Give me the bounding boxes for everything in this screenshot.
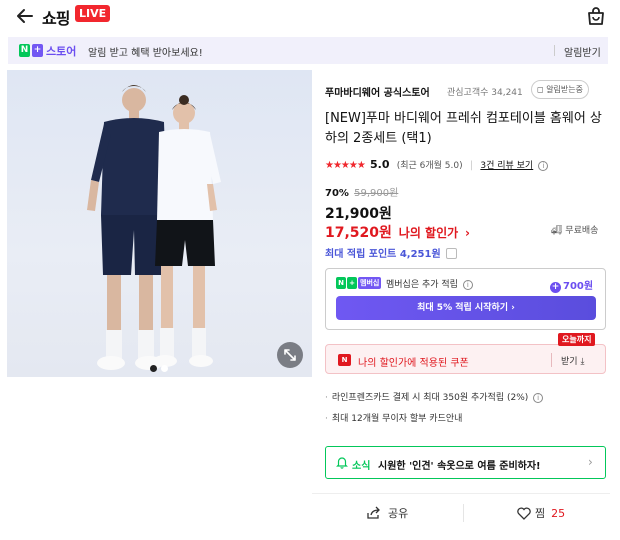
membership-points-value: 700원 — [563, 281, 594, 292]
coupon-box[interactable]: 오늘까지 N 나의 할인가에 적용된 쿠폰 받기 ⤓ — [325, 333, 606, 374]
max-points[interactable]: 최대 적립 포인트 4,251원 — [325, 245, 458, 260]
coupon-get-label: 받기 — [561, 357, 578, 367]
divider — [312, 493, 610, 494]
seller-name[interactable]: 푸마바디웨어 공식스토어 — [325, 84, 430, 99]
membership-badge-label: 멤버십 — [358, 277, 382, 289]
bell-icon: ◻ — [537, 85, 547, 94]
banner-message: 알림 받고 혜택 받아보세요! — [88, 48, 203, 59]
alarm-subscribe-button[interactable]: 알림받기 — [564, 44, 601, 59]
divider — [463, 504, 464, 522]
share-icon — [367, 506, 380, 519]
shopping-bag-icon[interactable] — [585, 5, 607, 27]
info-icon[interactable]: i — [462, 280, 473, 290]
wishlist-count: 25 — [551, 507, 566, 520]
news-label: 소식 — [352, 461, 371, 472]
expand-image-button[interactable] — [277, 342, 303, 368]
my-discount-price[interactable]: 17,520원 나의 할인가 › — [325, 222, 470, 242]
back-arrow-icon[interactable] — [14, 5, 36, 27]
free-shipping: 🚚︎ 무료배송 — [551, 223, 598, 236]
carousel-dots[interactable] — [150, 357, 172, 376]
share-label: 공유 — [388, 507, 409, 520]
max-points-label: 최대 적립 포인트 4,251원 — [325, 249, 441, 260]
info-icon[interactable]: i — [533, 393, 544, 403]
product-title: [NEW]푸마 바디웨어 프레쉬 컴포테이블 홈웨어 상하의 2종세트 (택1) — [325, 111, 602, 146]
benefit-text: 최대 12개월 무이자 할부 카드안내 — [331, 414, 463, 424]
my-price-value: 17,520원 — [325, 225, 392, 241]
original-price: 59,900원 — [354, 188, 399, 199]
carousel-dot[interactable] — [161, 365, 168, 372]
store-alarm-banner[interactable]: N + 스토어 알림 받고 혜택 받아보세요! 알림받기 — [8, 37, 608, 64]
star-rating-icon: ★★★★★ — [325, 160, 366, 171]
today-only-tag: 오늘까지 — [558, 333, 596, 346]
membership-text-label: 멤버십은 추가 적립 — [386, 280, 458, 290]
banner-divider — [554, 45, 555, 56]
chevron-down-icon — [446, 248, 458, 259]
naver-plus-icon: N + — [19, 44, 43, 57]
plus-icon: + — [550, 282, 561, 293]
discount-row: 70% 59,900원 — [325, 184, 398, 199]
wishlist-label: 찜 — [535, 507, 546, 520]
store-label: 스토어 — [46, 45, 77, 58]
benefit-item[interactable]: · 라인프렌즈카드 결제 시 최대 350원 추가적립 (2%) i — [325, 390, 544, 403]
coupon-text: 나의 할인가에 적용된 쿠폰 — [358, 358, 469, 369]
store-news-banner[interactable]: 소식 시원한 '인견' 속옷으로 여름 준비하자! › — [325, 446, 606, 479]
top-bar: 쇼핑 LIVE — [0, 0, 620, 32]
truck-icon: 🚚︎ — [551, 226, 566, 236]
bell-icon — [336, 457, 348, 469]
chevron-right-icon: › — [465, 226, 470, 240]
coupon-divider — [551, 353, 552, 367]
membership-cta-label: 최대 5% 적립 시작하기 — [417, 303, 509, 313]
free-shipping-label: 무료배송 — [565, 226, 599, 236]
rating-recent: (최근 6개월 5.0) — [396, 161, 463, 171]
membership-text: 멤버십은 추가 적립 i — [386, 277, 473, 290]
carousel-dot-active[interactable] — [150, 365, 157, 372]
sale-price: 21,900원 — [325, 206, 392, 222]
product-image[interactable] — [7, 70, 312, 377]
heart-icon — [517, 507, 531, 520]
review-link[interactable]: 3건 리뷰 보기 — [480, 161, 533, 171]
live-badge[interactable]: LIVE — [75, 5, 111, 22]
info-icon[interactable]: i — [538, 161, 549, 171]
membership-points: +700원 — [550, 277, 593, 293]
expand-icon — [284, 349, 296, 361]
news-text: 시원한 '인견' 속옷으로 여름 준비하자! — [378, 461, 541, 472]
interest-count: 관심고객수 34,241 — [447, 88, 523, 98]
membership-badge: N + 멤버십 — [336, 277, 382, 289]
membership-start-button[interactable]: 최대 5% 적립 시작하기 › — [336, 296, 596, 320]
membership-box: N + 멤버십 멤버십은 추가 적립 i +700원 최대 5% 적립 시작하기 › — [325, 268, 606, 330]
models-illustration — [87, 85, 221, 370]
coupon-download-button[interactable]: 받기 ⤓ — [561, 354, 584, 367]
benefit-item[interactable]: · 최대 12개월 무이자 할부 카드안내 — [325, 411, 543, 424]
share-button[interactable]: 공유 — [366, 505, 408, 521]
discount-percent: 70% — [325, 188, 349, 199]
rating-row: ★★★★★ 5.0 (최근 6개월 5.0) | 3건 리뷰 보기 i — [325, 158, 549, 171]
my-price-label: 나의 할인가 — [398, 226, 459, 240]
download-icon: ⤓ — [580, 357, 585, 367]
benefits-list: · 라인프렌즈카드 결제 시 최대 350원 추가적립 (2%) i · 최대 12… — [325, 390, 544, 432]
chevron-right-icon: › — [588, 455, 593, 469]
alarm-toggle-button[interactable]: ◻ 알림받는중 — [531, 80, 589, 99]
shopping-logo-text[interactable]: 쇼핑 — [42, 5, 70, 29]
benefit-text: 라인프렌즈카드 결제 시 최대 350원 추가적립 (2%) — [331, 393, 529, 403]
rating-score: 5.0 — [370, 158, 390, 171]
alarm-toggle-label: 알림받는중 — [546, 85, 583, 94]
divider: | — [469, 160, 474, 171]
wishlist-button[interactable]: 찜 25 — [517, 505, 565, 521]
coupon-icon: N — [338, 354, 351, 366]
